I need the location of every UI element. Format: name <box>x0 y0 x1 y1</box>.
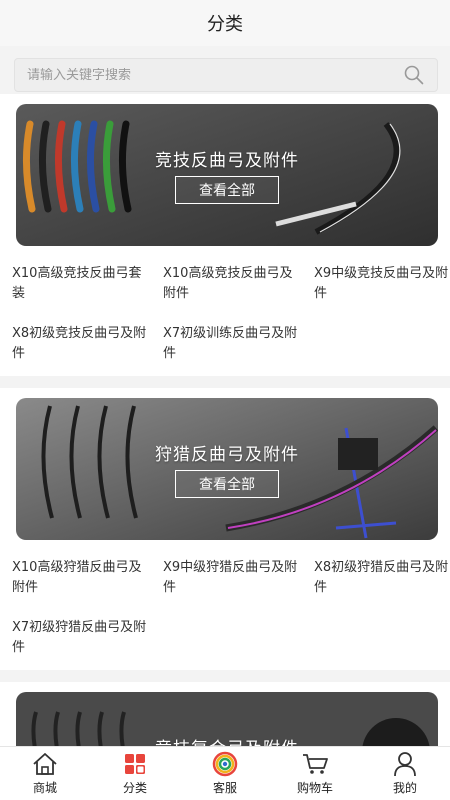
tab-label: 我的 <box>392 781 417 795</box>
tab-label: 商城 <box>32 781 57 795</box>
tab-label: 分类 <box>122 781 147 795</box>
tab-cart[interactable]: 购物车 <box>270 747 360 800</box>
category-banner[interactable]: 竞技反曲弓及附件 查看全部 <box>16 104 438 246</box>
page-header: 分类 <box>0 0 450 46</box>
tab-label: 购物车 <box>296 781 333 795</box>
subcategory-item[interactable]: X7初级训练反曲弓及附件 <box>163 324 303 364</box>
profile-icon <box>391 751 419 777</box>
category-section: 竞技反曲弓及附件 查看全部 X10高级竞技反曲弓套装 X10高级竞技反曲弓及附件… <box>0 94 450 376</box>
category-banner[interactable]: 竞技复合弓及附件 <box>16 692 438 746</box>
subcategory-item[interactable]: X9中级狩猎反曲弓及附件 <box>163 558 303 598</box>
view-all-button[interactable]: 查看全部 <box>175 470 279 498</box>
tab-label: 客服 <box>212 781 237 795</box>
category-banner[interactable]: 狩猎反曲弓及附件 查看全部 <box>16 398 438 540</box>
subcategory-item[interactable]: X10高级竞技反曲弓套装 <box>12 264 152 304</box>
bottom-tab-bar: 商城 分类 客服 购物车 我的 <box>0 746 450 800</box>
tab-home[interactable]: 商城 <box>0 747 90 800</box>
subcategory-item[interactable]: X8初级狩猎反曲弓及附件 <box>314 558 450 598</box>
search-input[interactable] <box>27 67 403 83</box>
search-bar[interactable] <box>14 58 438 92</box>
page-title: 分类 <box>207 14 243 35</box>
category-section: 竞技复合弓及附件 <box>0 682 450 746</box>
subcategory-item[interactable]: X10高级狩猎反曲弓及附件 <box>12 558 152 598</box>
cart-icon <box>301 751 329 777</box>
subcategory-item[interactable]: X10高级竞技反曲弓及附件 <box>163 264 303 304</box>
tab-category[interactable]: 分类 <box>90 747 180 800</box>
tab-customer-service[interactable]: 客服 <box>180 747 270 800</box>
tab-profile[interactable]: 我的 <box>360 747 450 800</box>
subcategory-item[interactable]: X7初级狩猎反曲弓及附件 <box>12 618 152 658</box>
view-all-button[interactable]: 查看全部 <box>175 176 279 204</box>
search-icon[interactable] <box>403 64 425 86</box>
banner-title: 狩猎反曲弓及附件 <box>155 445 299 465</box>
subcategory-item[interactable]: X9中级竞技反曲弓及附件 <box>314 264 450 304</box>
banner-title: 竞技复合弓及附件 <box>16 734 438 746</box>
home-icon <box>31 751 59 777</box>
banner-image <box>16 398 438 540</box>
banner-title: 竞技反曲弓及附件 <box>155 151 299 171</box>
banner-image <box>16 104 438 246</box>
customer-service-icon <box>211 751 239 777</box>
category-section: 狩猎反曲弓及附件 查看全部 X10高级狩猎反曲弓及附件 X9中级狩猎反曲弓及附件… <box>0 388 450 670</box>
category-icon <box>121 751 149 777</box>
subcategory-item[interactable]: X8初级竞技反曲弓及附件 <box>12 324 152 364</box>
